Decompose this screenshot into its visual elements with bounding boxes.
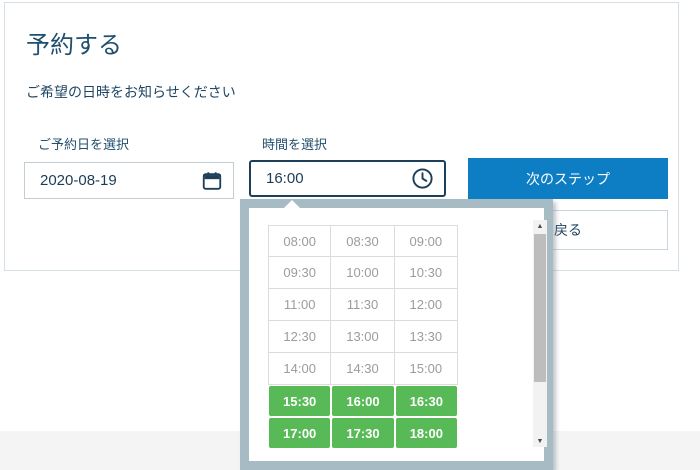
date-field-label: ご予約日を選択 [38, 134, 129, 153]
time-slot[interactable]: 14:30 [331, 353, 394, 385]
time-slot[interactable]: 10:30 [395, 257, 458, 289]
page-subtitle: ご希望の日時をお知らせください [26, 82, 236, 102]
time-slot[interactable]: 14:00 [268, 353, 331, 385]
time-input[interactable] [251, 162, 411, 195]
time-slot-available[interactable]: 17:00 [268, 417, 331, 449]
time-slot[interactable]: 09:00 [395, 225, 458, 257]
time-slot[interactable]: 13:00 [331, 321, 394, 353]
time-slot[interactable]: 13:30 [395, 321, 458, 353]
scrollbar-up-icon[interactable]: ▲ [533, 220, 547, 232]
time-slot[interactable]: 15:00 [395, 353, 458, 385]
time-slot[interactable]: 12:30 [268, 321, 331, 353]
time-field-label: 時間を選択 [262, 134, 327, 153]
time-slot-available[interactable]: 18:00 [395, 417, 458, 449]
time-picker-popup: 08:00 08:30 09:00 09:30 10:00 10:30 11:0… [240, 199, 553, 470]
page-title: 予約する [26, 25, 122, 60]
clock-icon[interactable] [411, 167, 434, 190]
time-slot-grid: 08:00 08:30 09:00 09:30 10:00 10:30 11:0… [268, 225, 458, 449]
time-input-box[interactable] [249, 160, 446, 197]
popup-caret-icon [284, 200, 300, 208]
scrollbar-down-icon[interactable]: ▼ [533, 435, 547, 447]
date-input[interactable] [25, 163, 201, 198]
time-slot[interactable]: 10:00 [331, 257, 394, 289]
time-slot[interactable]: 08:00 [268, 225, 331, 257]
time-slot-available[interactable]: 16:00 [331, 385, 394, 417]
time-slot[interactable]: 11:00 [268, 289, 331, 321]
time-slot-available[interactable]: 16:30 [395, 385, 458, 417]
calendar-icon[interactable] [201, 170, 223, 192]
time-slot-available[interactable]: 15:30 [268, 385, 331, 417]
next-step-button[interactable]: 次のステップ [468, 158, 668, 199]
time-slot[interactable]: 09:30 [268, 257, 331, 289]
date-input-box[interactable] [24, 162, 234, 199]
popup-scrollbar[interactable]: ▲ ▼ [533, 220, 547, 447]
time-slot[interactable]: 08:30 [331, 225, 394, 257]
scrollbar-thumb[interactable] [534, 234, 546, 382]
time-slot[interactable]: 11:30 [331, 289, 394, 321]
time-slot-available[interactable]: 17:30 [331, 417, 394, 449]
time-slot[interactable]: 12:00 [395, 289, 458, 321]
time-picker-popup-body: 08:00 08:30 09:00 09:30 10:00 10:30 11:0… [249, 208, 544, 461]
